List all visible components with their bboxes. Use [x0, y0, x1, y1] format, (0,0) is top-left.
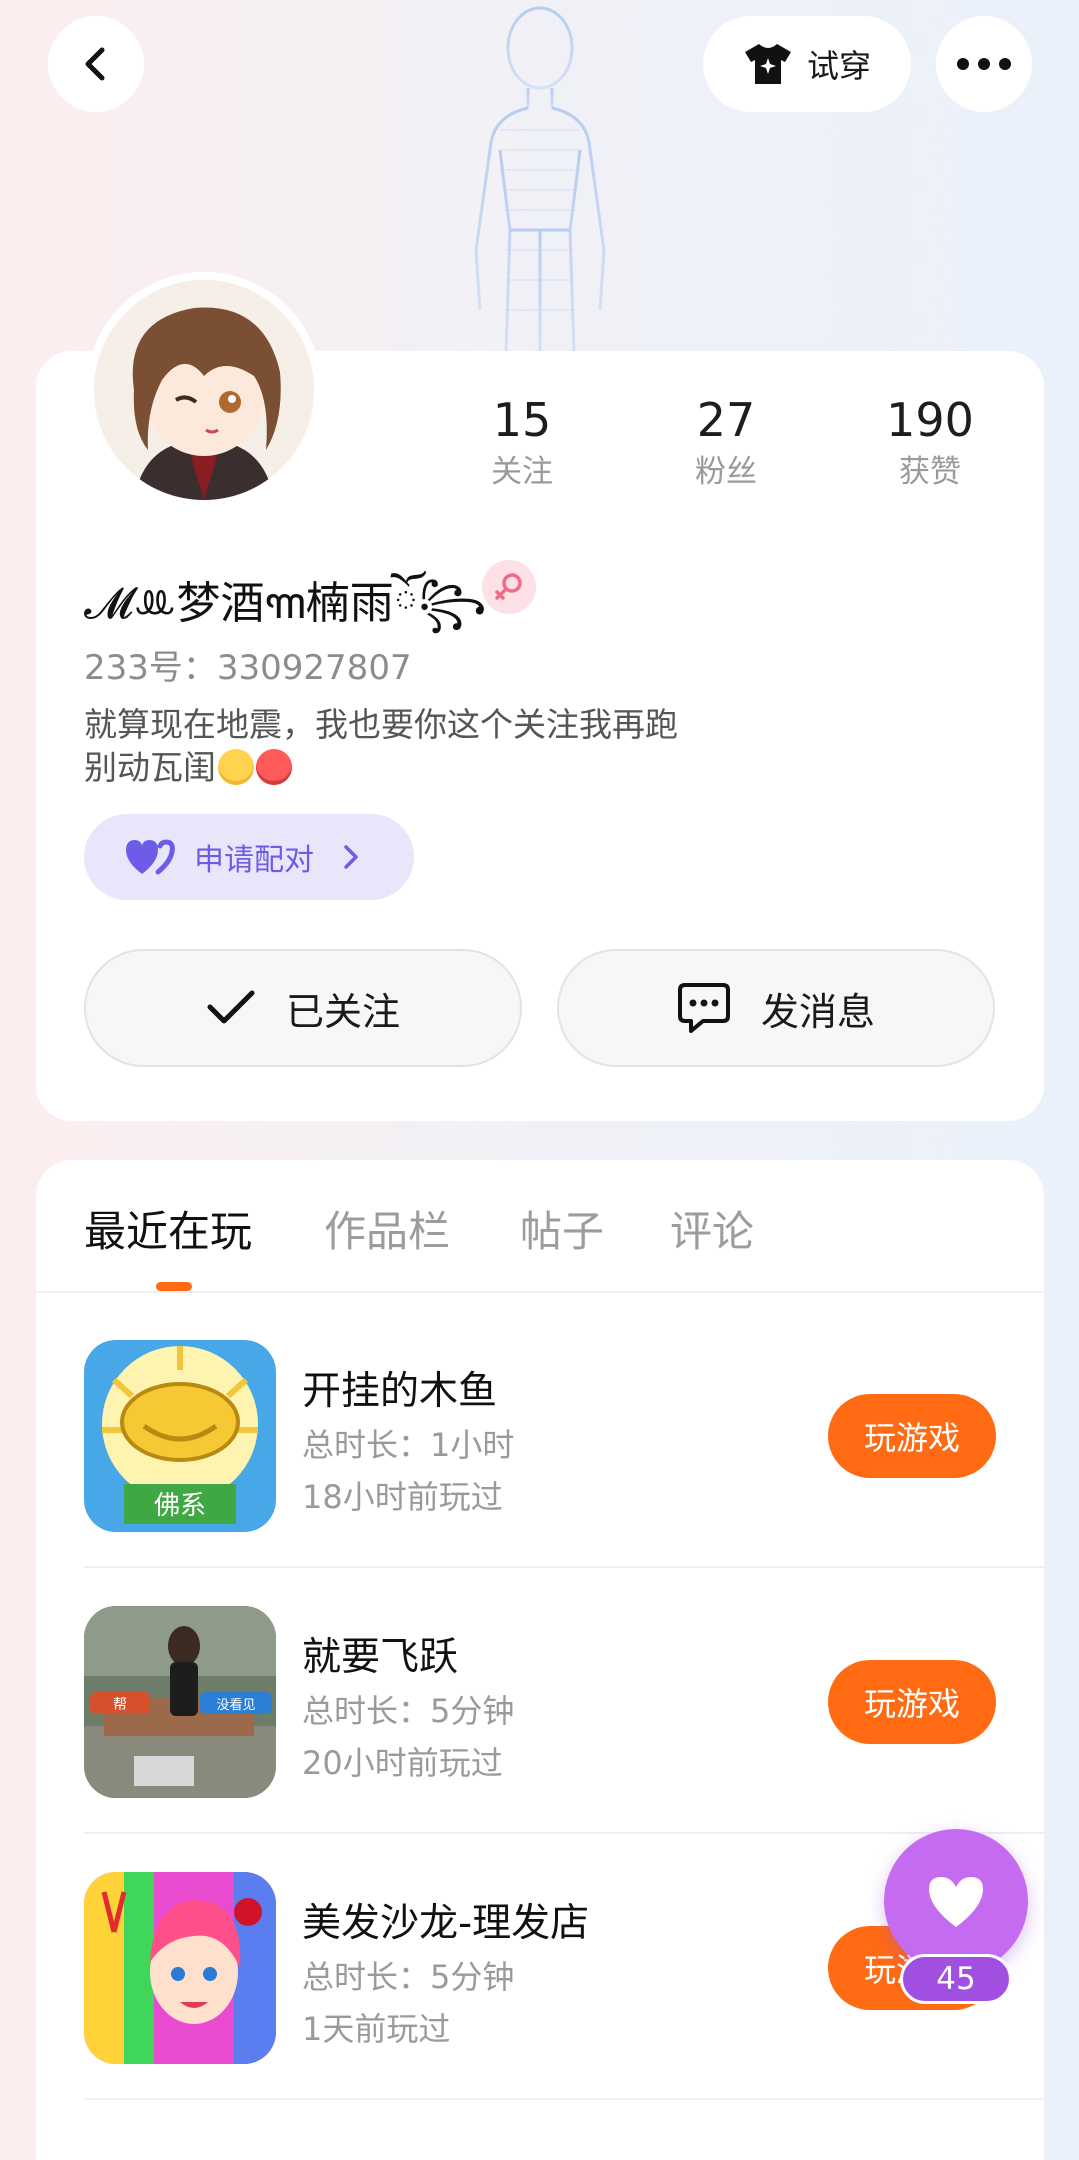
send-message-button[interactable]: 发消息: [557, 949, 995, 1067]
tab-comments[interactable]: 评论: [670, 1198, 754, 1259]
game-last-played: 18小时前玩过: [302, 1478, 503, 1516]
game-last-played: 20小时前玩过: [302, 1744, 503, 1782]
tab-recently-played[interactable]: 最近在玩: [84, 1198, 252, 1259]
tshirt-icon: [744, 44, 791, 84]
game-duration: 总时长：5分钟: [302, 1692, 515, 1730]
followed-button[interactable]: 已关注: [84, 949, 522, 1067]
female-gender-icon: [482, 560, 536, 614]
cursing-face-emoji-icon: [256, 749, 292, 785]
followed-label: 已关注: [285, 989, 400, 1034]
wooden-fish-icon-text: 佛系: [154, 1491, 206, 1521]
stat-following[interactable]: 15 关注: [442, 392, 602, 494]
following-label: 关注: [491, 454, 553, 490]
eye-roll-emoji-icon: [218, 749, 254, 785]
game-title: 美发沙龙-理发店: [302, 1901, 590, 1946]
game-title: 就要飞跃: [302, 1635, 459, 1680]
likes-count: 190: [886, 393, 974, 447]
leap-icon-right-text: 没看见: [216, 1697, 255, 1713]
game-row-leap[interactable]: 帮 没看见 就要飞跃 总时长：5分钟 20小时前玩过 玩游戏: [84, 1606, 1044, 1798]
game-title: 开挂的木鱼: [302, 1369, 498, 1414]
bio-line-2-row: 别动瓦闺: [84, 746, 804, 789]
row-divider: [84, 1566, 1044, 1568]
stat-followers[interactable]: 27 粉丝: [646, 392, 806, 494]
row-divider: [84, 1832, 1044, 1834]
stat-likes[interactable]: 190 获赞: [850, 392, 1010, 494]
tab-posts[interactable]: 帖子: [520, 1198, 604, 1259]
bio-line-1: 就算现在地震，我也要你这个关注我再跑: [84, 705, 678, 744]
game-last-played: 1天前玩过: [302, 2010, 451, 2048]
followers-count: 27: [696, 393, 756, 447]
game-row-wooden-fish[interactable]: 佛系 开挂的木鱼 总时长：1小时 18小时前玩过 玩游戏: [84, 1340, 1044, 1532]
leap-icon-left-text: 帮: [113, 1697, 127, 1713]
bio: 就算现在地震，我也要你这个关注我再跑 别动瓦闺: [84, 703, 804, 789]
active-tab-indicator: [156, 1282, 192, 1291]
more-options-button[interactable]: [936, 16, 1032, 112]
wooden-fish-game-icon[interactable]: 佛系: [84, 1340, 276, 1532]
bio-line-2: 别动瓦闺: [84, 748, 216, 787]
checkmark-icon: [207, 990, 255, 1024]
chat-bubble-icon: [677, 983, 730, 1033]
back-button[interactable]: [48, 16, 144, 112]
chevron-left-icon: [85, 47, 105, 81]
hair-salon-game-icon[interactable]: [84, 1872, 276, 2064]
double-heart-icon: [126, 839, 175, 875]
leap-game-icon[interactable]: 帮 没看见: [84, 1606, 276, 1798]
avatar-image: [94, 280, 314, 500]
like-button[interactable]: [884, 1829, 1028, 1973]
avatar[interactable]: [86, 272, 322, 508]
request-match-label: 申请配对: [194, 843, 314, 878]
row-divider: [84, 2098, 1044, 2100]
play-game-button[interactable]: 玩游戏: [828, 1660, 996, 1744]
heart-icon: [929, 1877, 983, 1927]
avatar-hologram: [440, 0, 640, 353]
tab-divider: [36, 1291, 1044, 1293]
try-on-label: 试穿: [806, 47, 871, 85]
like-count-badge: 45: [900, 1954, 1012, 2004]
likes-label: 获赞: [899, 454, 961, 490]
request-match-button[interactable]: 申请配对: [84, 814, 414, 900]
send-message-label: 发消息: [760, 989, 875, 1034]
try-on-button[interactable]: 试穿: [703, 16, 911, 112]
tab-works[interactable]: 作品栏: [324, 1198, 450, 1259]
game-duration: 总时长：1小时: [302, 1426, 515, 1464]
user-id: 233号：330927807: [84, 648, 412, 688]
followers-label: 粉丝: [695, 454, 757, 490]
following-count: 15: [492, 393, 552, 447]
play-game-button[interactable]: 玩游戏: [828, 1394, 996, 1478]
game-duration: 总时长：5分钟: [302, 1958, 515, 1996]
chevron-right-icon: [344, 845, 358, 869]
more-dots-icon: [957, 58, 1011, 70]
